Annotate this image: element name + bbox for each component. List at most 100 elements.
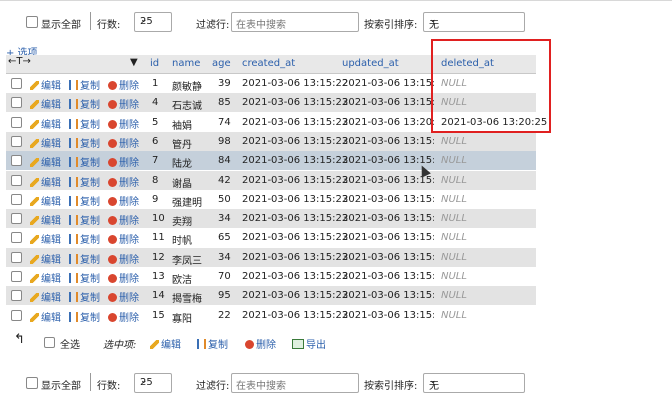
table-row[interactable]: 编辑 复制 删除 11 时帆 65 2021-03-06 13:15:23 2021-03-0… bbox=[6, 228, 536, 248]
copy-label: 复制 bbox=[80, 81, 100, 92]
row-checkbox[interactable] bbox=[11, 155, 22, 167]
cell-created-at: 2021-03-06 13:15:23 bbox=[242, 97, 349, 109]
row-checkbox[interactable] bbox=[11, 97, 22, 109]
selected-items-label: 选中项: bbox=[103, 340, 137, 351]
copy-button[interactable]: 复制 bbox=[69, 289, 100, 304]
copy-button[interactable]: 复制 bbox=[69, 77, 100, 92]
sort-select[interactable]: 无 ⌄ bbox=[423, 373, 525, 393]
row-checkbox[interactable] bbox=[11, 213, 22, 225]
edit-button[interactable]: 编辑 bbox=[30, 193, 61, 208]
delete-button[interactable]: 删除 bbox=[108, 154, 139, 169]
row-checkbox[interactable] bbox=[11, 290, 22, 302]
edit-button[interactable]: 编辑 bbox=[30, 116, 61, 131]
edit-button[interactable]: 编辑 bbox=[30, 77, 61, 92]
sort-arrow-icon[interactable]: ▼ bbox=[130, 57, 138, 68]
bulk-delete-button[interactable]: 删除 bbox=[245, 336, 276, 351]
table-row[interactable]: 编辑 复制 删除 15 寡阳 22 2021-03-06 13:15:23 2021-03-0… bbox=[6, 305, 536, 325]
edit-button[interactable]: 编辑 bbox=[30, 135, 61, 150]
delete-button[interactable]: 删除 bbox=[108, 96, 139, 111]
cell-id: 13 bbox=[152, 271, 165, 282]
row-checkbox[interactable] bbox=[11, 232, 22, 244]
edit-button[interactable]: 编辑 bbox=[30, 174, 61, 189]
cell-name: 石志诚 bbox=[172, 101, 202, 113]
copy-button[interactable]: 复制 bbox=[69, 309, 100, 324]
sort-select[interactable]: 无 ⌄ bbox=[423, 12, 525, 32]
copy-button[interactable]: 复制 bbox=[69, 231, 100, 246]
copy-button[interactable]: 复制 bbox=[69, 116, 100, 131]
column-header-created-at[interactable]: created_at bbox=[242, 58, 295, 69]
delete-button[interactable]: 删除 bbox=[108, 309, 139, 324]
delete-button[interactable]: 删除 bbox=[108, 289, 139, 304]
column-header-name[interactable]: name bbox=[172, 58, 200, 69]
cell-created-at: 2021-03-06 13:15:23 bbox=[242, 174, 349, 186]
copy-button[interactable]: 复制 bbox=[69, 96, 100, 111]
copy-button[interactable]: 复制 bbox=[69, 212, 100, 227]
delete-button[interactable]: 删除 bbox=[108, 77, 139, 92]
table-row[interactable]: 编辑 复制 删除 7 陆龙 84 2021-03-06 13:15:23 2021-03-06… bbox=[6, 151, 536, 171]
copy-label: 复制 bbox=[80, 235, 100, 247]
row-checkbox[interactable] bbox=[11, 135, 22, 147]
copy-button[interactable]: 复制 bbox=[69, 135, 100, 150]
edit-button[interactable]: 编辑 bbox=[30, 289, 61, 304]
column-header-age[interactable]: age bbox=[212, 58, 231, 69]
edit-button[interactable]: 编辑 bbox=[30, 212, 61, 227]
column-header-updated-at[interactable]: updated_at bbox=[342, 58, 399, 69]
delete-button[interactable]: 删除 bbox=[108, 212, 139, 227]
bulk-copy-button[interactable]: 复制 bbox=[197, 336, 228, 351]
edit-button[interactable]: 编辑 bbox=[30, 154, 61, 169]
bulk-edit-button[interactable]: 编辑 bbox=[150, 336, 181, 351]
table-row[interactable]: 编辑 复制 删除 10 卖翔 34 2021-03-06 13:15:23 2021-03-0… bbox=[6, 209, 536, 229]
show-all-checkbox[interactable] bbox=[26, 16, 38, 28]
edit-button[interactable]: 编辑 bbox=[30, 309, 61, 324]
copy-button[interactable]: 复制 bbox=[69, 154, 100, 169]
delete-icon bbox=[108, 254, 117, 264]
filter-input[interactable]: 在表中搜索 bbox=[231, 373, 359, 393]
copy-button[interactable]: 复制 bbox=[69, 251, 100, 266]
copy-label: 复制 bbox=[80, 274, 100, 285]
bulk-export-button[interactable]: 导出 bbox=[292, 336, 326, 351]
table-row[interactable]: 编辑 复制 删除 12 李凤三 34 2021-03-06 13:15:23 2021-03-… bbox=[6, 247, 536, 267]
delete-icon bbox=[108, 235, 117, 245]
cell-updated-at: 2021-03-06 13:15:23 bbox=[342, 155, 434, 167]
table-row[interactable]: 编辑 复制 删除 9 强建明 50 2021-03-06 13:15:23 2021-03-0… bbox=[6, 189, 536, 209]
column-resize-arrows-icon[interactable]: ←T→ bbox=[8, 56, 31, 67]
row-checkbox[interactable] bbox=[11, 309, 22, 321]
row-checkbox[interactable] bbox=[11, 78, 22, 89]
row-checkbox[interactable] bbox=[11, 251, 22, 263]
pencil-icon bbox=[30, 196, 39, 206]
row-checkbox[interactable] bbox=[11, 271, 22, 282]
show-all-checkbox[interactable] bbox=[26, 377, 38, 389]
edit-button[interactable]: 编辑 bbox=[30, 231, 61, 246]
table-row[interactable]: 编辑 复制 删除 13 欧洁 70 2021-03-06 13:15:23 2021-03-0… bbox=[6, 267, 536, 286]
row-checkbox[interactable] bbox=[11, 174, 22, 186]
delete-button[interactable]: 删除 bbox=[108, 116, 139, 131]
delete-button[interactable]: 删除 bbox=[108, 135, 139, 150]
table-row[interactable]: 编辑 复制 删除 8 谢晶 42 2021-03-06 13:15:23 2021-03-06… bbox=[6, 170, 536, 190]
edit-button[interactable]: 编辑 bbox=[30, 96, 61, 111]
edit-label: 编辑 bbox=[41, 138, 61, 150]
rows-select[interactable]: 25 ⌄ bbox=[134, 373, 172, 393]
delete-button[interactable]: 删除 bbox=[108, 251, 139, 266]
filter-input[interactable]: 在表中搜索 bbox=[231, 12, 359, 32]
edit-button[interactable]: 编辑 bbox=[30, 251, 61, 266]
cell-age: 85 bbox=[218, 97, 231, 109]
column-header-id[interactable]: id bbox=[150, 58, 159, 69]
cell-age: 39 bbox=[218, 78, 231, 89]
edit-button[interactable]: 编辑 bbox=[30, 270, 61, 285]
delete-button[interactable]: 删除 bbox=[108, 231, 139, 246]
delete-button[interactable]: 删除 bbox=[108, 193, 139, 208]
row-checkbox[interactable] bbox=[11, 193, 22, 205]
copy-button[interactable]: 复制 bbox=[69, 193, 100, 208]
row-checkbox[interactable] bbox=[11, 116, 22, 128]
cell-updated-at: 2021-03-06 13:15:23 bbox=[342, 97, 434, 109]
copy-button[interactable]: 复制 bbox=[69, 270, 100, 285]
pencil-icon bbox=[30, 235, 39, 245]
rows-select[interactable]: 25 ⌄ bbox=[134, 12, 172, 32]
copy-button[interactable]: 复制 bbox=[69, 174, 100, 189]
table-row[interactable]: 编辑 复制 删除 6 管丹 98 2021-03-06 13:15:23 2021-03-06… bbox=[6, 131, 536, 151]
cell-id: 8 bbox=[152, 174, 159, 186]
delete-button[interactable]: 删除 bbox=[108, 270, 139, 285]
table-row[interactable]: 编辑 复制 删除 14 揭雪梅 95 2021-03-06 13:15:23 2021-03-… bbox=[6, 286, 536, 306]
select-all-checkbox[interactable] bbox=[44, 337, 55, 348]
delete-button[interactable]: 删除 bbox=[108, 174, 139, 189]
